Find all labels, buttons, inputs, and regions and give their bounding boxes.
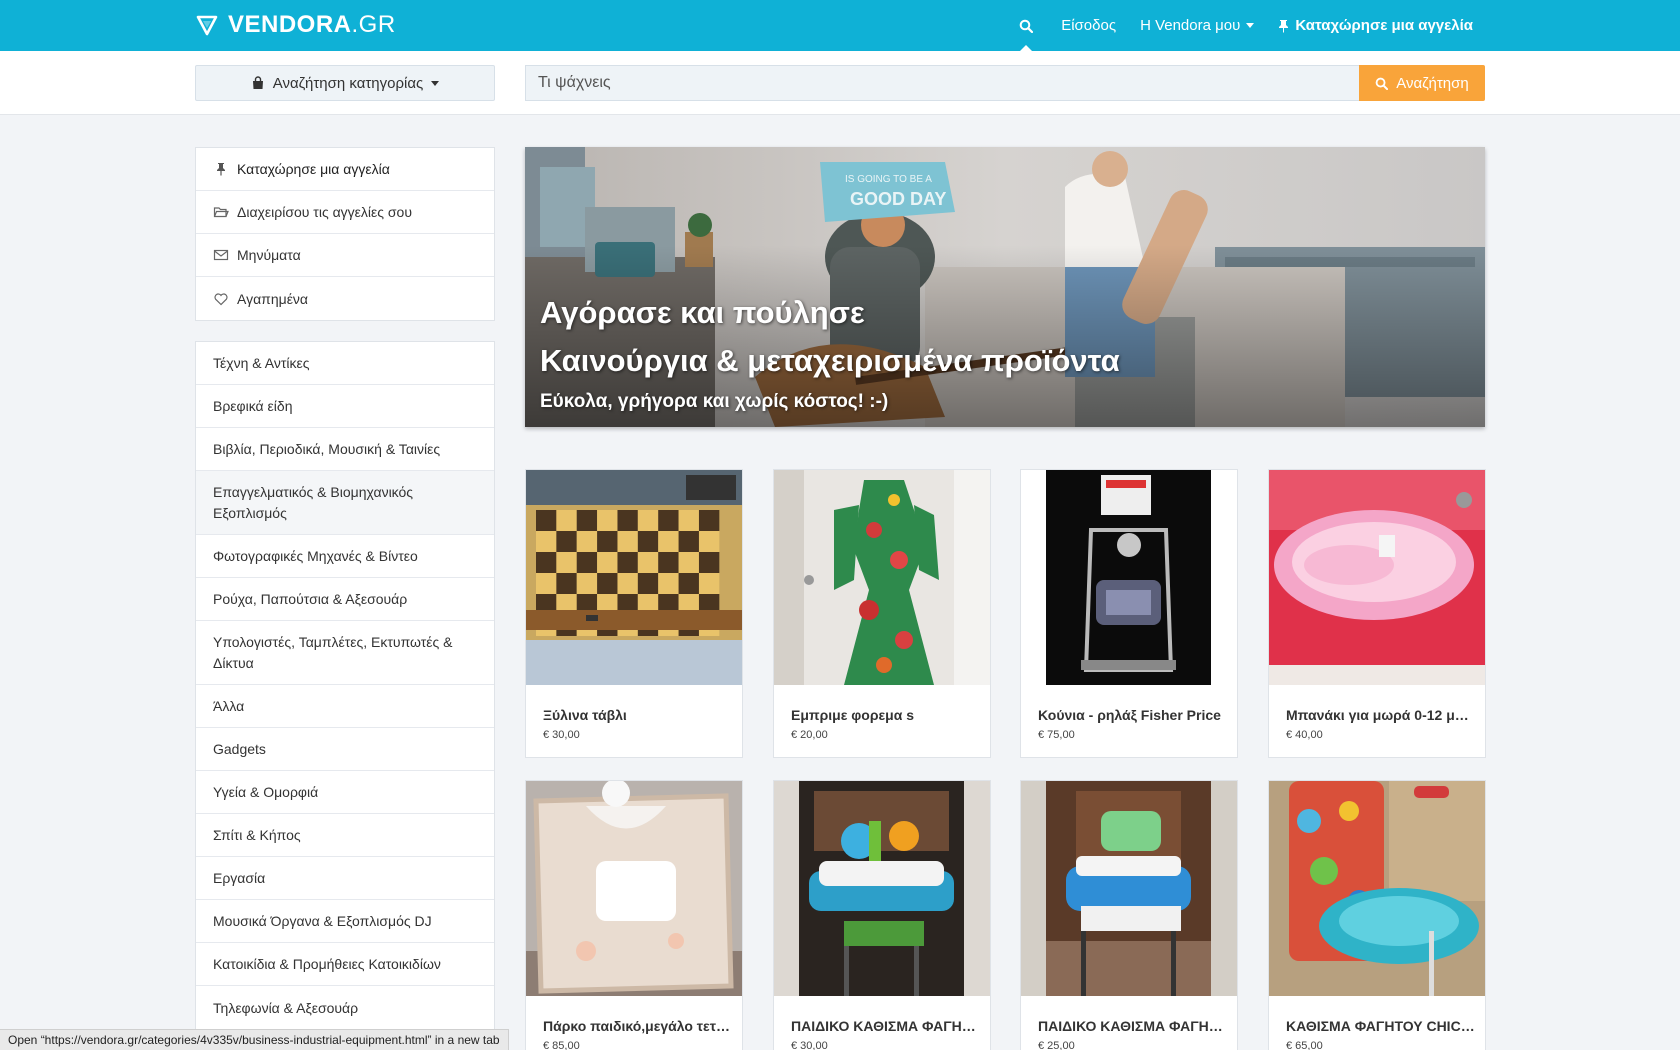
product-price: € 65,00 (1286, 1040, 1323, 1050)
sidebar-item-label: Μηνύματα (237, 247, 301, 263)
product-title: ΠΑΙΔΙΚΟ ΚΑΘΙΣΜΑ ΦΑΓΗΤΟΥ (1038, 1018, 1228, 1034)
logo[interactable]: VENDORA.GR (196, 10, 396, 40)
vendora-logo-icon (196, 15, 218, 36)
hero-headline: Αγόρασε και πούλησε (540, 295, 865, 330)
sidebar-item-favorites[interactable]: Αγαπημένα (196, 277, 494, 320)
hero-subheadline: Καινούργια & μεταχειρισμένα προϊόντα (540, 343, 1120, 378)
search-row: Αναζήτηση κατηγορίας Αναζήτηση (0, 51, 1680, 115)
post-ad-link[interactable]: Καταχώρησε μια αγγελία (1278, 17, 1473, 34)
hero-tagline: Εύκολα, γρήγορα και χωρίς κόστος! :-) (540, 391, 889, 412)
product-image (1269, 470, 1485, 685)
category-item[interactable]: Μουσικά Όργανα & Εξοπλισμός DJ (196, 900, 494, 943)
browser-status-bar: Open “https://vendora.gr/categories/4v33… (0, 1029, 509, 1050)
chevron-down-icon (431, 80, 440, 86)
pin-icon (1279, 19, 1289, 33)
category-search-button[interactable]: Αναζήτηση κατηγορίας (195, 65, 495, 101)
search-nav-button[interactable] (1015, 0, 1037, 51)
product-image (1269, 781, 1485, 996)
sidebar-item-label: Καταχώρησε μια αγγελία (237, 161, 390, 177)
shopping-bag-icon (252, 76, 263, 89)
product-card[interactable]: Ξύλινα τάβλι € 30,00 (525, 469, 743, 758)
category-item[interactable]: Βιβλία, Περιοδικά, Μουσική & Ταινίες (196, 428, 494, 471)
product-title: ΚΑΘΙΣΜΑ ΦΑΓΗΤΟΥ CHICCO (1286, 1018, 1476, 1034)
product-card[interactable]: ΠΑΙΔΙΚΟ ΚΑΘΙΣΜΑ ΦΑΓΗΤΟΥ € 25,00 (1020, 780, 1238, 1050)
product-title: Κούνια - ρηλάξ Fisher Price (1038, 707, 1221, 723)
folder-icon (213, 207, 229, 218)
category-item[interactable]: Τηλεφωνία & Αξεσουάρ (196, 986, 494, 1029)
product-image (774, 470, 990, 685)
logo-text: VENDORA.GR (228, 11, 396, 38)
product-title: Μπανάκι για μωρά 0-12 μηνών (1286, 707, 1476, 723)
product-price: € 75,00 (1038, 729, 1075, 741)
product-card[interactable]: Εμπριμε φορεμα s € 20,00 (773, 469, 991, 758)
product-price: € 40,00 (1286, 729, 1323, 741)
category-item[interactable]: Βρεφικά είδη (196, 385, 494, 428)
product-title: Εμπριμε φορεμα s (791, 707, 914, 723)
sidebar-item-manage-ads[interactable]: Διαχειρίσου τις αγγελίες σου (196, 191, 494, 234)
product-card[interactable]: ΠΑΙΔΙΚΟ ΚΑΘΙΣΜΑ ΦΑΓΗΤΟΥ € 30,00 (773, 780, 991, 1050)
product-title: ΠΑΙΔΙΚΟ ΚΑΘΙΣΜΑ ΦΑΓΗΤΟΥ (791, 1018, 981, 1034)
sidebar-item-label: Αγαπημένα (237, 290, 309, 307)
login-link[interactable]: Είσοδος (1061, 17, 1116, 34)
sidebar-item-post-ad[interactable]: Καταχώρησε μια αγγελία (196, 148, 494, 191)
product-title: Ξύλινα τάβλι (543, 707, 627, 723)
my-vendora-dropdown[interactable]: Η Vendora μου (1140, 17, 1255, 34)
category-item[interactable]: Άλλα (196, 685, 494, 728)
category-item[interactable]: Σπίτι & Κήπος (196, 814, 494, 857)
hero-text: Αγόρασε και πούλησε Καινούργια & μεταχει… (540, 289, 1120, 417)
category-item[interactable]: Gadgets (196, 728, 494, 771)
product-price: € 85,00 (543, 1040, 580, 1050)
product-image (1021, 470, 1237, 685)
sidebar-item-label: Διαχειρίσου τις αγγελίες σου (237, 204, 412, 220)
product-card[interactable]: Μπανάκι για μωρά 0-12 μηνών € 40,00 (1268, 469, 1486, 758)
sidebar-item-messages[interactable]: Μηνύματα (196, 234, 494, 277)
product-card[interactable]: Πάρκο παιδικό,μεγάλο τετράγωνο € 85,00 (525, 780, 743, 1050)
search-button-label: Αναζήτηση (1396, 74, 1469, 92)
category-item[interactable]: Ρούχα, Παπούτσια & Αξεσουάρ (196, 578, 494, 621)
category-item[interactable]: Φωτογραφικές Μηχανές & Βίντεο (196, 535, 494, 578)
product-title: Πάρκο παιδικό,μεγάλο τετράγωνο (543, 1018, 733, 1034)
category-item-active[interactable]: Επαγγελματικός & Βιομηχανικός Εξοπλισμός (196, 471, 494, 535)
search-icon (1019, 19, 1034, 33)
hero-banner: IS GOING TO BE A GOOD DAY Αγόρασε και πο… (525, 147, 1485, 427)
account-menu: Καταχώρησε μια αγγελία Διαχειρίσου τις α… (195, 147, 495, 321)
category-list: Τέχνη & Αντίκες Βρεφικά είδη Βιβλία, Περ… (195, 341, 495, 1030)
main-nav: Είσοδος Η Vendora μου Καταχώρησε μια αγγ… (1015, 0, 1473, 51)
product-image (1021, 781, 1237, 996)
top-navbar: VENDORA.GR Είσοδος Η Vendora μου Καταχώρ… (0, 0, 1680, 51)
product-price: € 25,00 (1038, 1040, 1075, 1050)
product-price: € 30,00 (543, 729, 580, 741)
category-item[interactable]: Κατοικίδια & Προμήθειες Κατοικιδίων (196, 943, 494, 986)
product-card[interactable]: ΚΑΘΙΣΜΑ ΦΑΓΗΤΟΥ CHICCO € 65,00 (1268, 780, 1486, 1050)
search-input[interactable] (525, 65, 1359, 101)
product-card[interactable]: Κούνια - ρηλάξ Fisher Price € 75,00 (1020, 469, 1238, 758)
product-price: € 20,00 (791, 729, 828, 741)
pin-icon (217, 163, 225, 176)
category-search-label: Αναζήτηση κατηγορίας (272, 74, 424, 92)
product-image (774, 781, 990, 996)
category-item[interactable]: Εργασία (196, 857, 494, 900)
category-item[interactable]: Τέχνη & Αντίκες (196, 342, 494, 385)
envelope-icon (213, 249, 229, 261)
search-icon (1375, 77, 1389, 90)
chevron-down-icon (1246, 23, 1255, 28)
heart-icon (214, 292, 228, 305)
product-image (526, 781, 742, 996)
category-item[interactable]: Υγεία & Ομορφιά (196, 771, 494, 814)
product-image (526, 470, 742, 685)
search-button[interactable]: Αναζήτηση (1359, 65, 1485, 101)
product-price: € 30,00 (791, 1040, 828, 1050)
category-item[interactable]: Υπολογιστές, Ταμπλέτες, Εκτυπωτές & Δίκτ… (196, 621, 494, 685)
